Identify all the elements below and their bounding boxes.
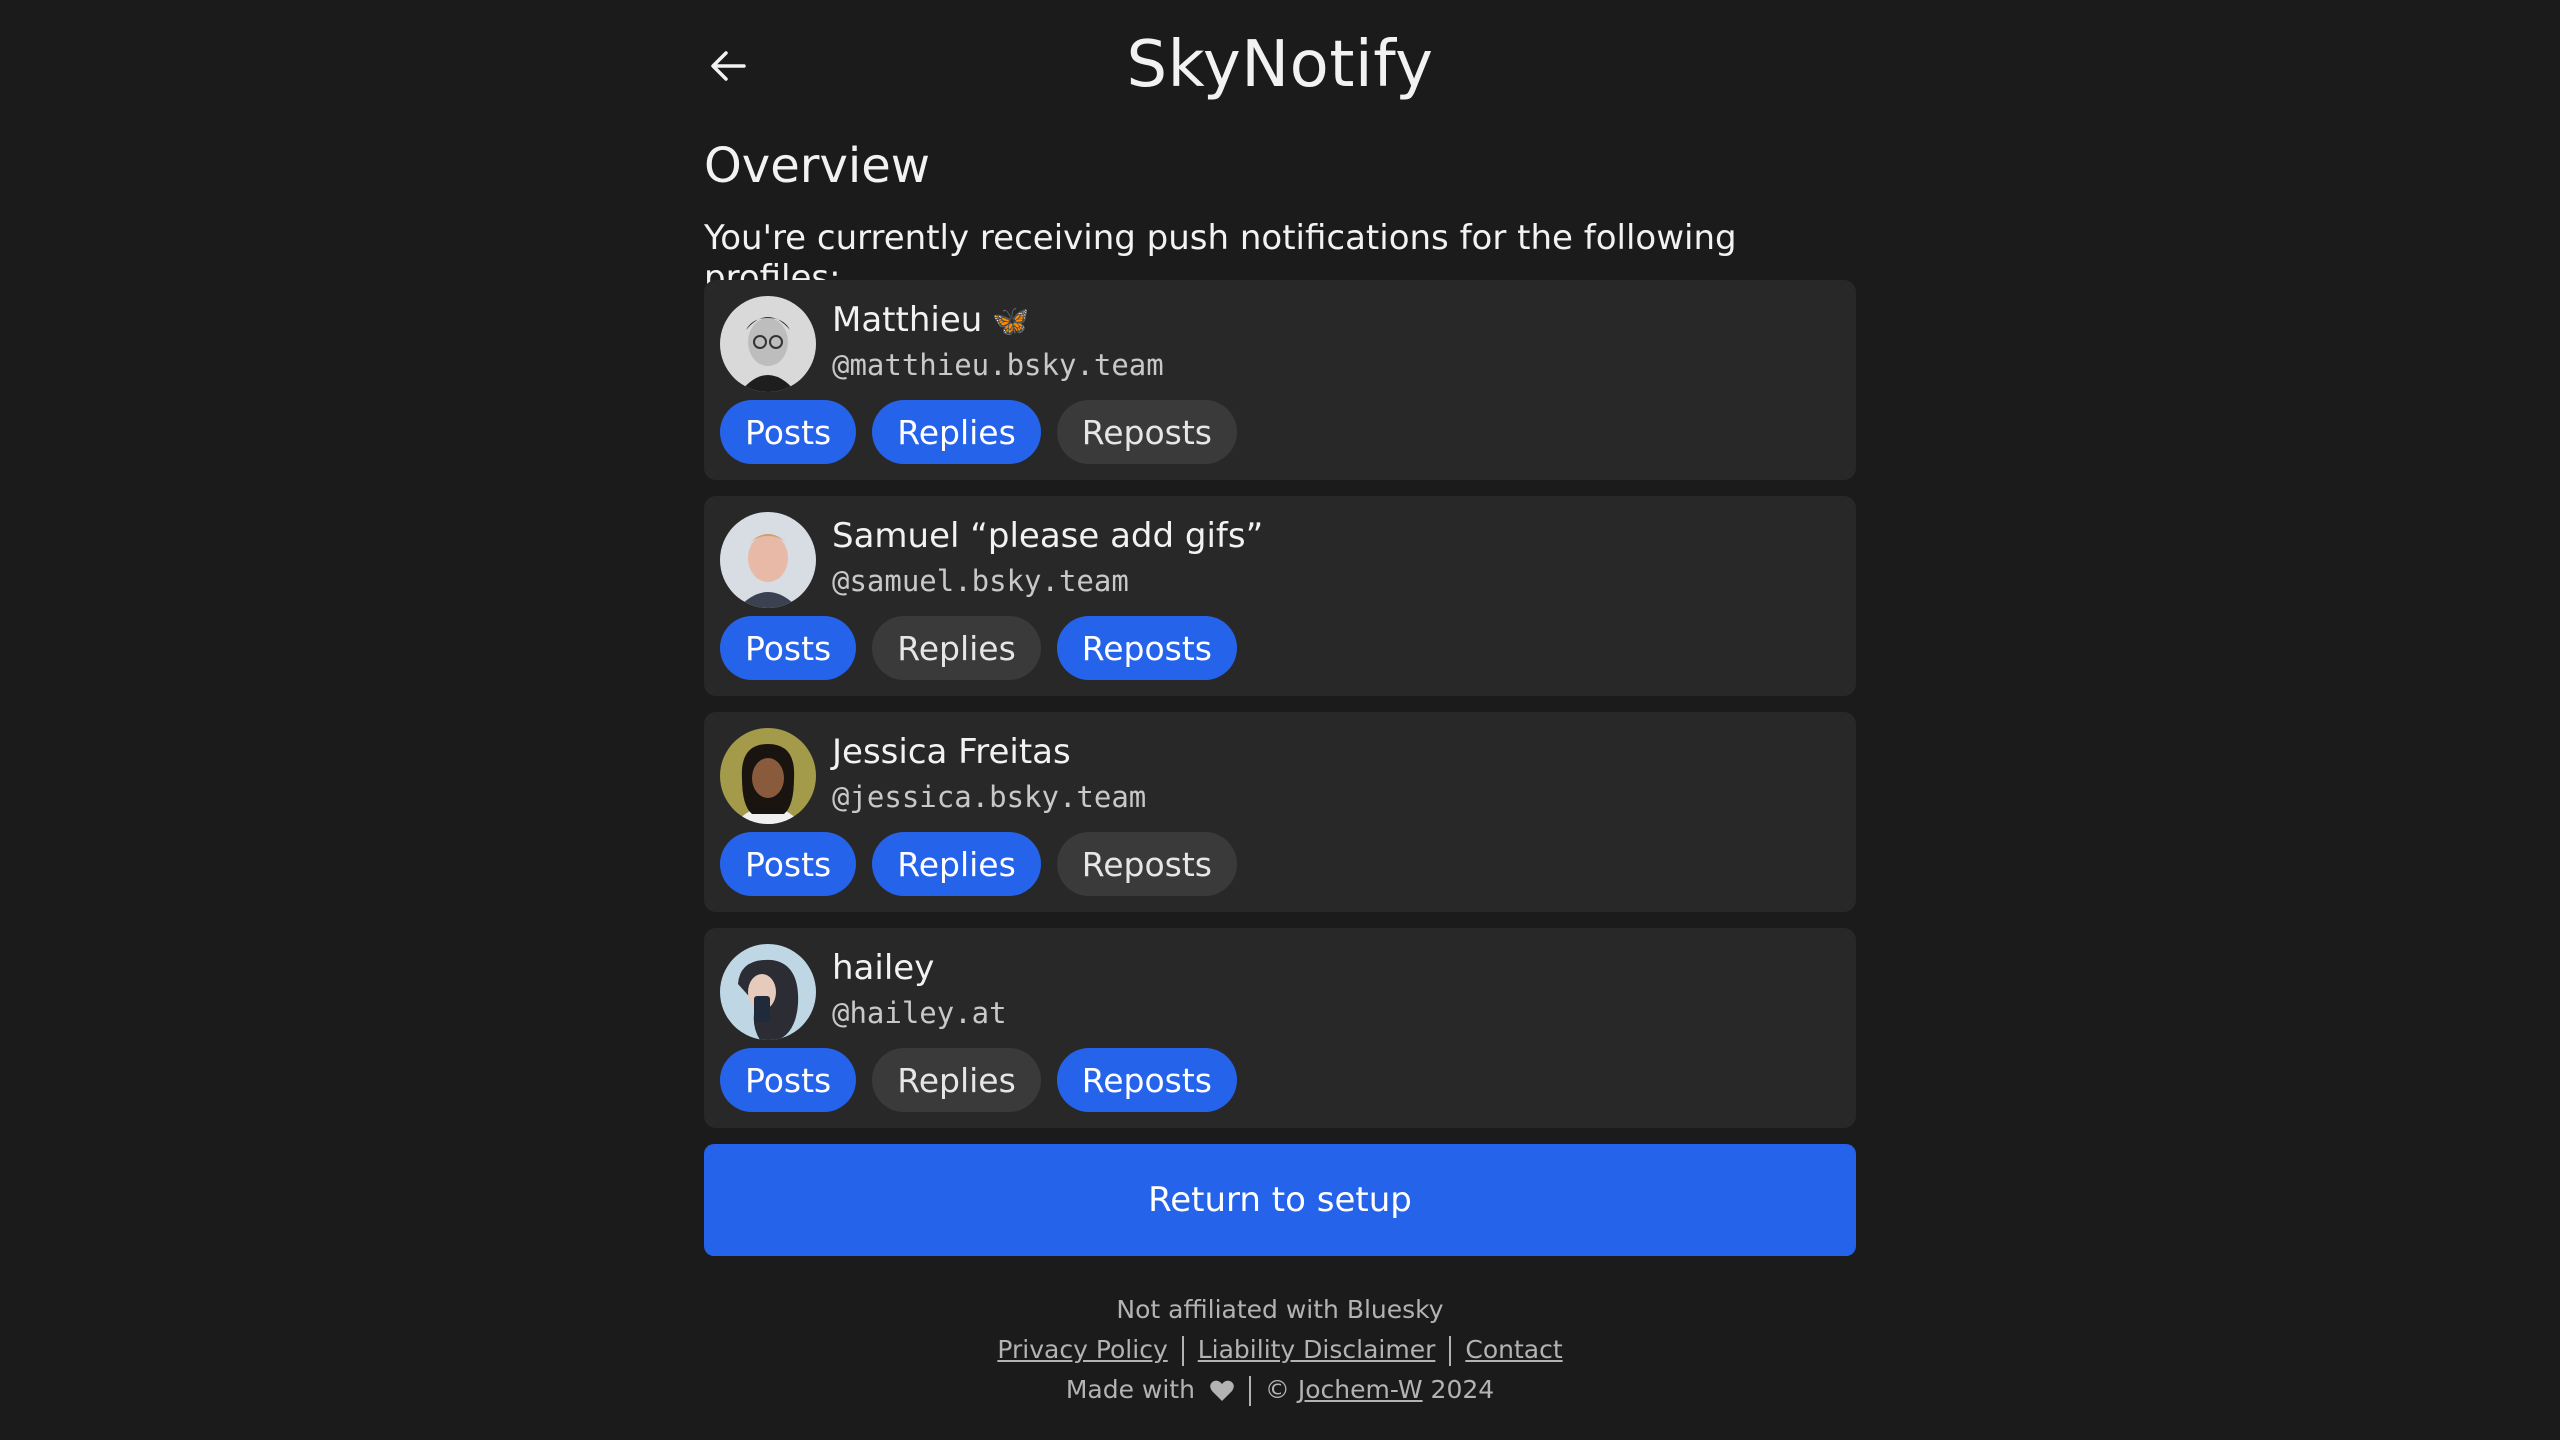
separator [1449,1336,1452,1366]
toggle-reposts[interactable]: Reposts [1056,616,1237,680]
footer: Not affiliated with Bluesky Privacy Poli… [704,1290,1856,1410]
liability-disclaimer-link[interactable]: Liability Disclaimer [1198,1335,1436,1364]
main-container: SkyNotify Overview You're currently rece… [704,0,1856,1406]
avatar [720,944,816,1040]
toggle-posts[interactable]: Posts [720,1048,857,1112]
return-to-setup-button[interactable]: Return to setup [704,1144,1856,1256]
profile-handle: @jessica.bsky.team [832,780,1147,814]
toggle-replies[interactable]: Replies [872,616,1041,680]
profile-name: Matthieu 🦋 [832,300,1030,340]
privacy-policy-link[interactable]: Privacy Policy [997,1335,1167,1364]
separator [1181,1336,1184,1366]
profile-name: Jessica Freitas [832,732,1071,772]
toggle-posts[interactable]: Posts [720,832,857,896]
butterfly-emoji: 🦋 [992,304,1030,339]
profile-card: Samuel “please add gifs” @samuel.bsky.te… [704,496,1856,696]
app-title: SkyNotify [1126,28,1434,102]
separator [1248,1376,1251,1406]
avatar [720,512,816,608]
notification-toggles: Posts Replies Reposts [720,616,1237,680]
avatar [720,728,816,824]
author-link[interactable]: Jochem-W [1298,1375,1423,1404]
footer-credits: Made with © Jochem-W 2024 [704,1370,1856,1410]
heart-icon [1210,1380,1234,1401]
toggle-posts[interactable]: Posts [720,616,857,680]
copyright-symbol: © [1264,1375,1290,1404]
overview-heading: Overview [704,138,930,194]
toggle-replies[interactable]: Replies [872,400,1041,464]
profile-handle: @matthieu.bsky.team [832,348,1164,382]
profile-card: hailey @hailey.at Posts Replies Reposts [704,928,1856,1128]
header: SkyNotify [704,0,1856,130]
notification-toggles: Posts Replies Reposts [720,832,1237,896]
profile-name: hailey [832,948,935,988]
made-with-text: Made with [1065,1375,1195,1404]
toggle-reposts[interactable]: Reposts [1056,400,1237,464]
toggle-reposts[interactable]: Reposts [1056,1048,1237,1112]
copyright-year: 2024 [1430,1375,1495,1404]
profile-handle: @hailey.at [832,996,1007,1030]
profile-card: Jessica Freitas @jessica.bsky.team Posts… [704,712,1856,912]
profile-card: Matthieu 🦋 @matthieu.bsky.team Posts Repl… [704,280,1856,480]
contact-link[interactable]: Contact [1465,1335,1562,1364]
profile-name-text: Matthieu [832,300,983,340]
notification-toggles: Posts Replies Reposts [720,1048,1237,1112]
notification-toggles: Posts Replies Reposts [720,400,1237,464]
toggle-replies[interactable]: Replies [872,832,1041,896]
footer-links: Privacy Policy Liability Disclaimer Contac… [704,1330,1856,1370]
footer-disclaimer: Not affiliated with Bluesky [1116,1295,1444,1324]
toggle-replies[interactable]: Replies [872,1048,1041,1112]
profile-list: Matthieu 🦋 @matthieu.bsky.team Posts Repl… [704,280,1856,1144]
toggle-reposts[interactable]: Reposts [1056,832,1237,896]
profile-handle: @samuel.bsky.team [832,564,1129,598]
avatar [720,296,816,392]
toggle-posts[interactable]: Posts [720,400,857,464]
profile-name: Samuel “please add gifs” [832,516,1264,556]
